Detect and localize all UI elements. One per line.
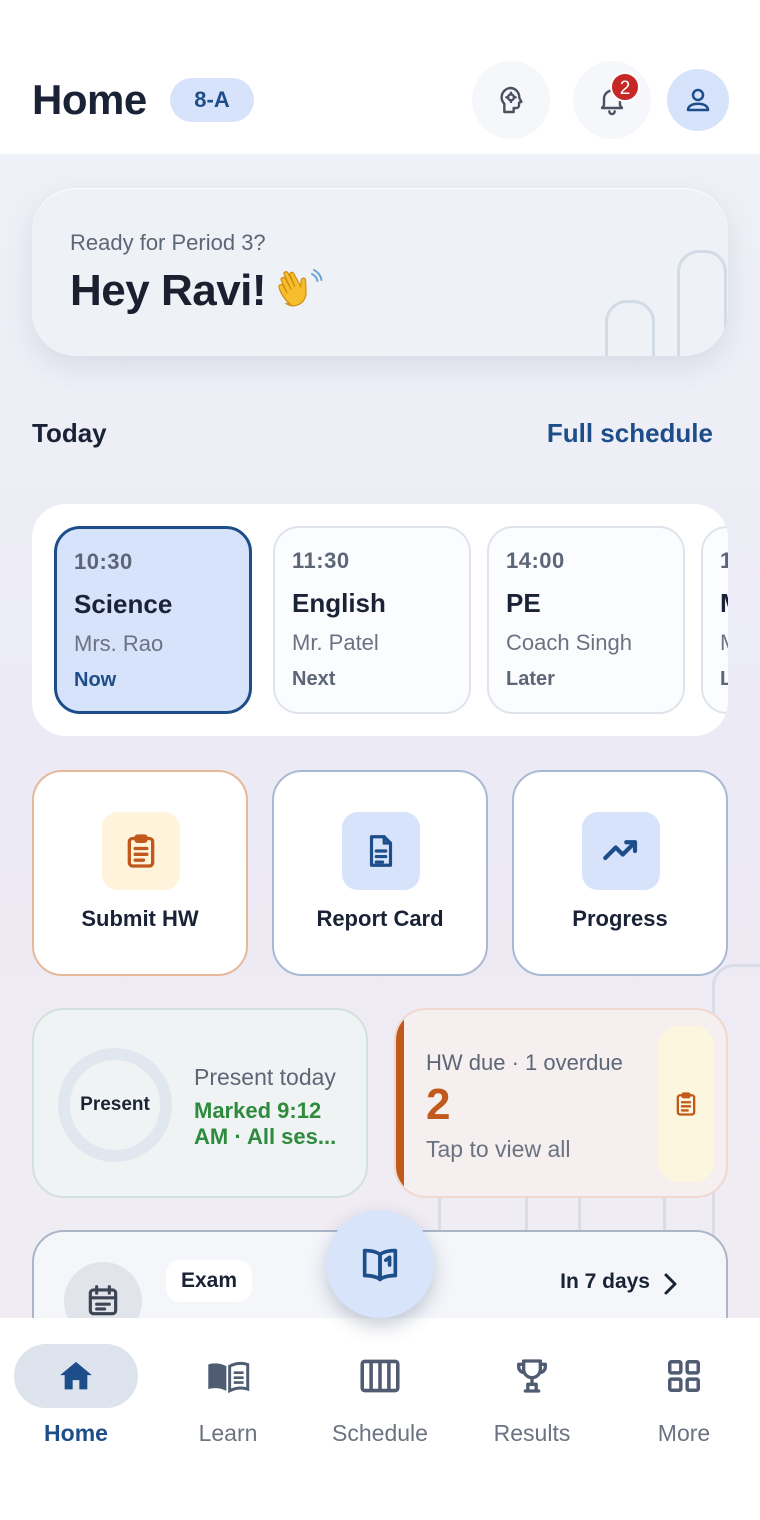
period-subject: M — [720, 588, 728, 619]
trending-up-icon — [582, 812, 660, 890]
attendance-title: Present today — [194, 1064, 336, 1090]
today-section-title: Today — [32, 418, 107, 448]
period-teacher: M — [720, 630, 728, 656]
nav-label: More — [657, 1420, 711, 1446]
action-label: Progress — [572, 906, 668, 931]
trophy-icon — [456, 1354, 608, 1398]
chevron-right-icon — [664, 1273, 677, 1295]
document-icon — [342, 812, 420, 890]
home-content[interactable]: Ready for Period 3? Hey Ravi! Today Full… — [0, 154, 760, 1318]
homework-title: HW due · 1 overdue — [426, 1050, 623, 1075]
attendance-card[interactable]: Present Present today Marked 9:12 AM · A… — [32, 1008, 368, 1198]
period-time: 1 — [720, 548, 728, 573]
progress-button[interactable]: Progress — [512, 770, 728, 976]
attendance-detail: Marked 9:12 AM · All ses... — [194, 1098, 337, 1149]
attendance-ring-label: Present — [80, 1094, 150, 1115]
homework-accent-bar — [396, 1010, 404, 1196]
homework-due-card[interactable]: HW due · 1 overdue 2 Tap to view all — [394, 1008, 728, 1198]
period-time: 11:30 — [292, 548, 350, 573]
nav-schedule[interactable]: Schedule — [304, 1344, 456, 1446]
period-status: L — [720, 668, 728, 690]
greeting-card: Ready for Period 3? Hey Ravi! — [32, 188, 728, 356]
exam-tag: Exam — [166, 1260, 252, 1302]
period-card[interactable]: 14:00 PE Coach Singh Later — [487, 526, 685, 714]
greeting-title: Hey Ravi! — [70, 266, 267, 315]
schedule-icon — [304, 1354, 456, 1398]
nav-results[interactable]: Results — [456, 1344, 608, 1446]
full-schedule-link[interactable]: Full schedule — [547, 418, 713, 449]
homework-count: 2 — [426, 1080, 451, 1129]
period-card[interactable]: 11:30 English Mr. Patel Next — [273, 526, 471, 714]
period-teacher: Mrs. Rao — [74, 631, 164, 656]
clipboard-icon — [658, 1026, 714, 1182]
notifications-button[interactable] — [573, 61, 651, 139]
homework-hint: Tap to view all — [426, 1136, 571, 1162]
action-label: Report Card — [316, 906, 444, 931]
exam-countdown: In 7 days — [560, 1270, 650, 1293]
schedule-strip[interactable]: 10:30 Science Mrs. Rao Now 11:30 English… — [32, 504, 728, 736]
decorative-outline — [605, 300, 655, 356]
period-time: 10:30 — [74, 549, 133, 574]
period-teacher: Coach Singh — [506, 630, 632, 655]
period-card[interactable]: 1 M M L — [701, 526, 728, 714]
period-card[interactable]: 10:30 Science Mrs. Rao Now — [54, 526, 252, 714]
period-teacher: Mr. Patel — [292, 630, 379, 655]
learn-fab-button[interactable] — [326, 1210, 434, 1318]
notification-count-badge: 2 — [610, 72, 640, 102]
head-brain-icon — [500, 86, 523, 114]
calendar-icon — [64, 1262, 142, 1318]
period-time: 14:00 — [506, 548, 565, 573]
bottom-navigation: Home Learn Schedule Results More — [0, 1318, 760, 1520]
submit-hw-button[interactable]: Submit HW — [32, 770, 248, 976]
brain-coach-button[interactable] — [472, 61, 550, 139]
open-book-icon — [362, 1248, 398, 1282]
profile-button[interactable] — [667, 69, 729, 131]
decorative-outline — [677, 250, 727, 356]
waving-hand-icon — [278, 269, 323, 307]
nav-label: Results — [493, 1420, 571, 1446]
period-status: Later — [506, 668, 555, 690]
period-subject: English — [292, 588, 386, 618]
period-status: Next — [292, 668, 336, 690]
nav-home[interactable]: Home — [0, 1344, 152, 1446]
period-status: Now — [74, 669, 117, 691]
nav-learn[interactable]: Learn — [152, 1344, 304, 1446]
page-title: Home — [32, 76, 147, 123]
nav-label: Schedule — [332, 1420, 428, 1446]
app-header: Home 8-A 2 — [0, 0, 760, 154]
clipboard-icon — [102, 812, 180, 890]
greeting-subtitle: Ready for Period 3? — [70, 230, 266, 255]
book-icon — [152, 1354, 304, 1398]
action-label: Submit HW — [81, 906, 199, 931]
nav-more[interactable]: More — [608, 1344, 760, 1446]
period-subject: PE — [506, 588, 541, 618]
period-subject: Science — [74, 589, 173, 619]
class-badge[interactable]: 8-A — [170, 78, 254, 122]
home-icon — [0, 1354, 152, 1398]
nav-label: Home — [44, 1420, 108, 1446]
nav-label: Learn — [198, 1420, 258, 1446]
person-icon — [686, 88, 710, 112]
grid-icon — [608, 1354, 760, 1398]
report-card-button[interactable]: Report Card — [272, 770, 488, 976]
